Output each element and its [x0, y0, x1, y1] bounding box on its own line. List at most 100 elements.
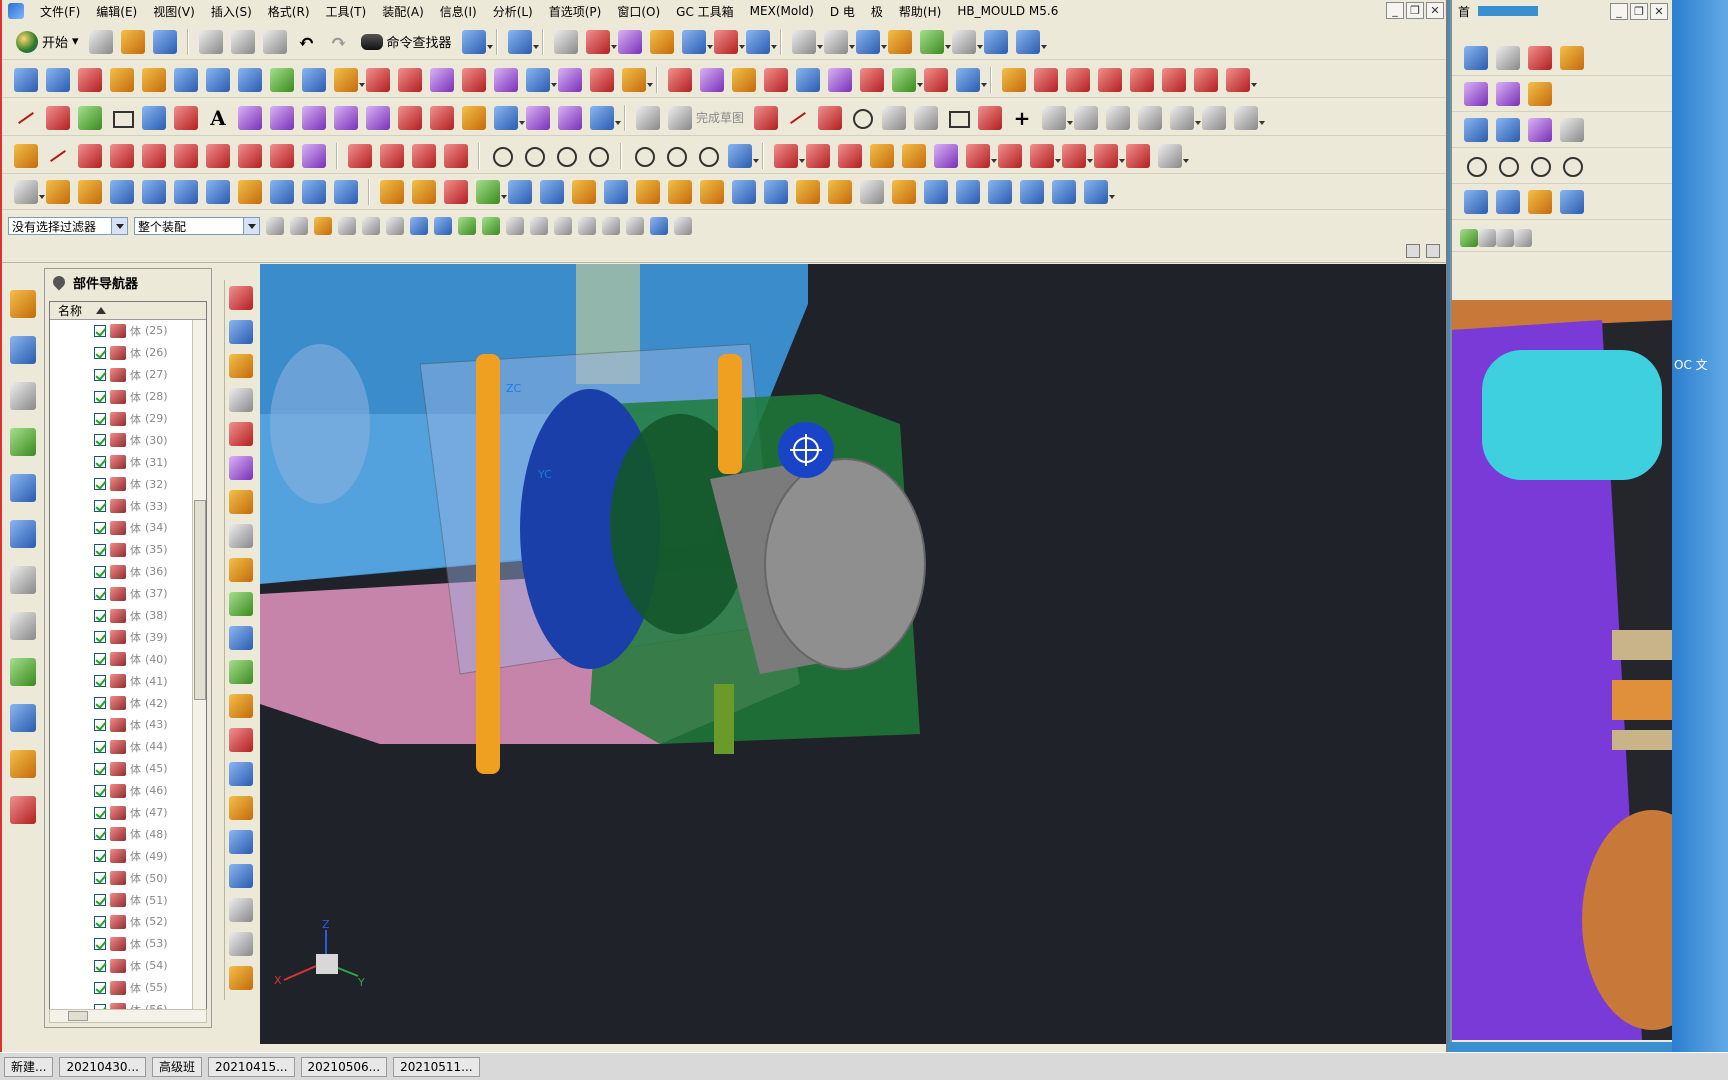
navigator-row[interactable]: 体 (40) — [50, 648, 206, 670]
feature-icon[interactable] — [1496, 189, 1520, 214]
edit-object-icon[interactable] — [649, 29, 674, 54]
trim-body-icon[interactable] — [870, 143, 894, 168]
curve-icon[interactable] — [1496, 117, 1520, 142]
minimize-button[interactable]: _ — [1386, 2, 1404, 19]
name-column-header[interactable]: 名称 — [50, 302, 206, 320]
face-blend-icon[interactable] — [732, 179, 756, 204]
measure-length-icon[interactable] — [745, 29, 777, 54]
curve-icon-8[interactable] — [1226, 67, 1257, 92]
system-scene-icon[interactable] — [10, 796, 36, 824]
curve-icon[interactable] — [1560, 117, 1584, 142]
show-hide-icon[interactable] — [681, 29, 713, 54]
clip-icon[interactable] — [1015, 29, 1047, 54]
extrude-icon[interactable] — [46, 179, 70, 204]
circle-icon[interactable] — [1528, 154, 1552, 178]
clock-history-icon[interactable] — [10, 566, 36, 594]
arc-icon[interactable] — [46, 105, 70, 130]
surface-icon-14[interactable] — [430, 67, 454, 92]
block-icon[interactable] — [110, 179, 134, 204]
menu-gc-toolbox[interactable]: GC 工具箱 — [670, 3, 744, 20]
circle-tangent-3-icon[interactable] — [554, 144, 578, 168]
thicken-icon[interactable] — [764, 179, 788, 204]
mold-tool-5-icon[interactable] — [228, 422, 253, 446]
shell-icon[interactable] — [604, 179, 628, 204]
split-curve-icon[interactable] — [430, 105, 454, 130]
mold-tool-4-icon[interactable] — [228, 388, 253, 412]
navigator-row[interactable]: 体 (52) — [50, 911, 206, 933]
sphere-icon[interactable] — [206, 179, 230, 204]
visibility-checkbox[interactable] — [94, 521, 106, 534]
navigator-row[interactable]: 体 (29) — [50, 408, 206, 430]
window-frame-icon[interactable] — [951, 29, 983, 54]
circle-icon[interactable] — [1496, 154, 1520, 178]
navigator-row[interactable]: 体 (37) — [50, 583, 206, 605]
replace-face-icon[interactable] — [966, 143, 997, 168]
perpendicular-icon[interactable] — [142, 143, 166, 168]
mold-tool-18-icon[interactable] — [228, 864, 253, 888]
curve-icon-6[interactable] — [1162, 67, 1186, 92]
menu-help[interactable]: 帮助(H) — [893, 3, 951, 20]
visibility-checkbox[interactable] — [94, 740, 106, 753]
assembly-navigator-icon[interactable] — [10, 290, 36, 318]
navigator-row[interactable]: 体 (45) — [50, 758, 206, 780]
visibility-checkbox[interactable] — [94, 324, 106, 337]
surface-icon-21[interactable] — [668, 67, 692, 92]
snap-tangent-icon[interactable] — [530, 217, 548, 235]
surface-icon-9[interactable] — [270, 67, 294, 92]
snap-icon[interactable] — [1460, 228, 1478, 247]
surface-icon-10[interactable] — [302, 67, 326, 92]
graphics-viewport[interactable]: ZC YC Z X Y — [260, 264, 1446, 1044]
surface-icon-1[interactable] — [14, 67, 38, 92]
delete-face-icon[interactable] — [998, 143, 1022, 168]
navigator-row[interactable]: 体 (28) — [50, 386, 206, 408]
mold-tool-6-icon[interactable] — [228, 456, 253, 480]
sketch-chamfer-icon[interactable] — [914, 105, 939, 130]
navigator-row[interactable]: 体 (48) — [50, 823, 206, 845]
menu-analysis[interactable]: 分析(L) — [487, 3, 543, 20]
visibility-checkbox[interactable] — [94, 959, 106, 972]
select-body-icon[interactable] — [410, 217, 428, 235]
start-button[interactable]: 开始 ▾ — [10, 29, 85, 55]
snap-grid-icon[interactable] — [674, 217, 692, 235]
quick-trim-icon[interactable] — [1074, 105, 1099, 130]
visibility-checkbox[interactable] — [94, 872, 106, 885]
project-curve-icon[interactable] — [270, 105, 294, 130]
circle-tangent-icon[interactable] — [206, 143, 230, 168]
feature-icon[interactable] — [1528, 189, 1552, 214]
reuse-library-icon[interactable] — [10, 428, 36, 456]
background-icon[interactable] — [919, 29, 951, 54]
quick-extend-icon[interactable] — [1106, 105, 1131, 130]
make-corner-icon[interactable] — [1138, 105, 1163, 130]
select-sheet-icon[interactable] — [434, 217, 452, 235]
sketch-line-icon[interactable] — [786, 106, 810, 130]
layer-icon[interactable] — [553, 29, 578, 54]
datum-csys-icon[interactable] — [444, 179, 468, 204]
curve-icon-7[interactable] — [1194, 67, 1218, 92]
navigator-row[interactable]: 体 (43) — [50, 714, 206, 736]
sketch-circle-icon[interactable] — [850, 106, 874, 130]
visibility-checkbox[interactable] — [94, 346, 106, 359]
cut-icon[interactable] — [198, 29, 223, 54]
mold-tool-7-icon[interactable] — [228, 490, 253, 514]
restore-button[interactable]: ❐ — [1406, 2, 1424, 19]
dimension-icon[interactable] — [1234, 105, 1266, 130]
fit-view-icon[interactable] — [791, 29, 823, 54]
process-studio-icon[interactable] — [10, 658, 36, 686]
split-body-icon[interactable] — [902, 143, 926, 168]
navigator-row[interactable]: 体 (50) — [50, 867, 206, 889]
mold-tool-2-icon[interactable] — [228, 320, 253, 344]
mold-tool-20-icon[interactable] — [228, 932, 253, 956]
surface-icon-16[interactable] — [494, 67, 518, 92]
draft-icon[interactable] — [636, 179, 660, 204]
navigator-row[interactable]: 体 (31) — [50, 451, 206, 473]
feature-icon[interactable] — [1560, 189, 1584, 214]
line-tool-icon[interactable] — [46, 144, 70, 168]
close-button[interactable]: ✕ — [1426, 2, 1444, 19]
snap-icon[interactable] — [1478, 228, 1496, 247]
surface-icon-6[interactable] — [174, 67, 198, 92]
arc-tool-1-icon[interactable] — [348, 143, 372, 168]
visibility-checkbox[interactable] — [94, 565, 106, 578]
curve-icon[interactable] — [1464, 117, 1488, 142]
sketch-icon[interactable] — [636, 105, 660, 130]
surface-icon[interactable] — [1528, 81, 1552, 106]
